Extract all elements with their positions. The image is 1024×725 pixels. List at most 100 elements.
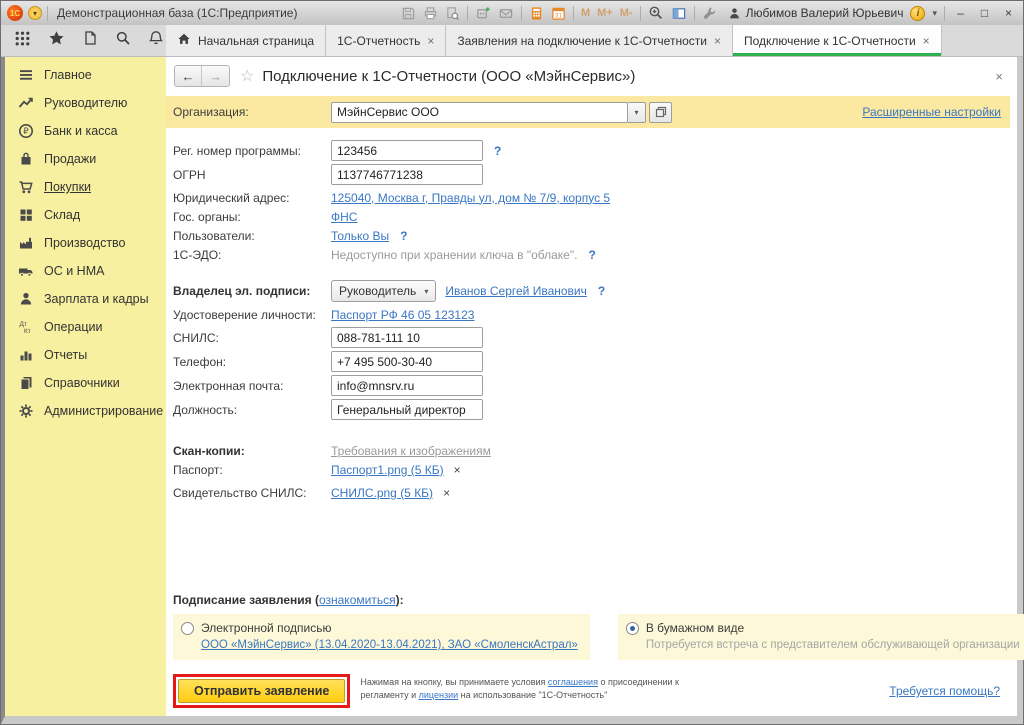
help-icon[interactable]: ? [400,229,407,243]
users-link[interactable]: Только Вы [331,229,389,243]
divider [944,6,945,21]
submit-application-button[interactable]: Отправить заявление [178,679,345,703]
panels-icon[interactable] [671,6,687,21]
tab-close-icon[interactable]: × [427,34,434,48]
snils-file-link[interactable]: СНИЛС.png (5 КБ) [331,486,433,500]
remove-file-icon[interactable]: × [454,463,461,477]
sidebar-item-label: Главное [44,68,92,82]
help-icon[interactable]: ? [494,144,501,158]
person-icon [18,291,34,307]
memory-minus-button[interactable]: M- [620,7,633,19]
forward-button[interactable]: → [202,66,229,86]
snils-label: СНИЛС: [173,331,331,345]
need-help-link[interactable]: Требуется помощь? [889,684,1000,698]
tab-close-icon[interactable]: × [923,34,930,48]
tab-1c-reporting[interactable]: 1С-Отчетность × [326,25,446,56]
sidebar-item-references[interactable]: Справочники [5,369,166,397]
back-button[interactable]: ← [175,66,202,86]
print-icon[interactable] [423,6,438,21]
sidebar-item-purchases[interactable]: Покупки [5,173,166,201]
license-link[interactable]: лицензии [419,690,459,700]
sidebar-item-sales[interactable]: Продажи [5,145,166,173]
reg-number-input[interactable] [331,140,483,161]
owner-role-dropdown[interactable]: Руководитель ▾ [331,280,436,302]
remove-file-icon[interactable]: × [443,486,450,500]
help-icon[interactable]: ? [598,284,605,298]
favorite-star-icon[interactable]: ☆ [240,66,254,86]
maximize-button[interactable]: □ [976,2,993,24]
sidebar-item-payroll[interactable]: Зарплата и кадры [5,285,166,313]
organization-row: Организация: ▾ Расширенные настройки [166,96,1010,128]
sidebar-item-production[interactable]: Производство [5,229,166,257]
minimize-button[interactable]: – [952,2,969,24]
electronic-signing-option: Электронной подписью ООО «МэйнСервис» (1… [173,614,590,660]
print-preview-icon[interactable] [445,6,460,21]
paper-radio[interactable] [626,622,639,635]
signature-owner-label: Владелец эл. подписи: [173,284,331,298]
app-window: 1С ▾ Демонстрационная база (1С:Предприят… [0,0,1024,725]
email-input[interactable] [331,375,483,396]
fns-link[interactable]: ФНС [331,210,357,224]
certificate-link[interactable]: ООО «МэйнСервис» (13.04.2020-13.04.2021)… [201,639,578,651]
memory-plus-button[interactable]: M+ [597,7,613,19]
chevron-down-icon[interactable]: ▾ [932,8,937,19]
info-button[interactable]: i [910,6,925,21]
phone-input[interactable] [331,351,483,372]
zoom-icon[interactable] [648,5,664,21]
position-input[interactable] [331,399,483,420]
favorites-star-icon[interactable] [48,30,65,52]
save-icon[interactable] [401,6,416,21]
tab-connection[interactable]: Подключение к 1С-Отчетности × [733,25,942,56]
sidebar-item-main[interactable]: Главное [5,61,166,89]
form-content: ← → ☆ Подключение к 1С-Отчетности (ООО «… [166,57,1017,716]
image-requirements-link[interactable]: Требования к изображениям [331,444,491,458]
close-button[interactable]: × [1000,2,1017,24]
sidebar-item-warehouse[interactable]: Склад [5,201,166,229]
passport-file-link[interactable]: Паспорт1.png (5 КБ) [331,463,444,477]
memory-recall-button[interactable]: M [581,7,590,19]
sidebar-item-label: Справочники [44,376,120,390]
organization-open-button[interactable] [649,102,672,123]
organization-input[interactable] [331,102,628,123]
system-menu-button[interactable]: ▾ [28,6,42,20]
send-mail-icon[interactable] [498,6,514,21]
tab-applications[interactable]: Заявления на подключение к 1С-Отчетности… [446,25,733,56]
snils-input[interactable] [331,327,483,348]
sidebar-item-fixed-assets[interactable]: ОС и НМА [5,257,166,285]
legal-address-link[interactable]: 125040, Москва г, Правды ул, дом № 7/9, … [331,191,610,205]
help-icon[interactable]: ? [588,248,595,262]
advanced-settings-link[interactable]: Расширенные настройки [862,105,1001,119]
search-icon[interactable] [115,30,131,51]
sidebar-item-reports[interactable]: Отчеты [5,341,166,369]
sidebar-item-bank[interactable]: ₽ Банк и касса [5,117,166,145]
notifications-bell-icon[interactable] [148,30,164,51]
calendar-icon[interactable]: 31 [551,6,566,21]
ogrn-input[interactable] [331,164,483,185]
user-icon [728,7,741,20]
passport-link[interactable]: Паспорт РФ 46 05 123123 [331,308,474,322]
signing-info-link[interactable]: ознакомиться [319,593,396,607]
tab-home[interactable]: Начальная страница [166,25,326,56]
electronic-radio[interactable] [181,622,194,635]
current-user[interactable]: Любимов Валерий Юрьевич [728,6,904,20]
owner-name-link[interactable]: Иванов Сергей Иванович [445,284,587,298]
calculator-icon[interactable] [529,6,544,21]
form-close-icon[interactable]: × [991,69,1007,84]
divider [47,6,48,21]
passport-scan-label: Паспорт: [173,463,331,477]
attach-file-icon[interactable] [475,6,491,21]
sidebar-item-label: Отчеты [44,348,87,362]
agreement-link[interactable]: соглашения [548,677,598,687]
signing-label-end: ): [396,593,404,607]
tab-close-icon[interactable]: × [714,34,721,48]
organization-dropdown-button[interactable]: ▾ [628,102,646,123]
submit-highlight-box: Отправить заявление [173,674,350,708]
menu-grid-icon[interactable] [14,30,31,52]
settings-wrench-icon[interactable] [702,6,717,21]
history-icon[interactable] [82,30,98,51]
sidebar-item-administration[interactable]: Администрирование [5,397,166,425]
users-label: Пользователи: [173,229,331,243]
sidebar-item-manager[interactable]: Руководителю [5,89,166,117]
divider [573,6,574,21]
sidebar-item-operations[interactable]: ДтКт Операции [5,313,166,341]
